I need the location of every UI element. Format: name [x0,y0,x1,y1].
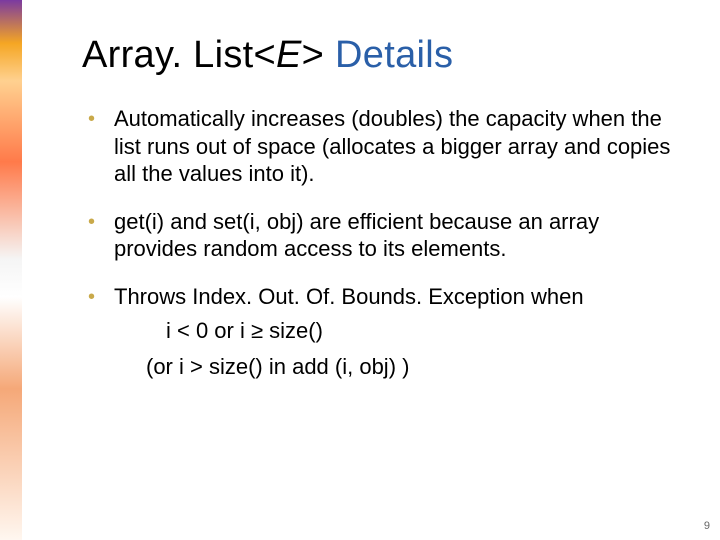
decorative-gradient-bar [0,0,22,540]
slide-content: Array. List<E> Details Automatically inc… [82,34,680,401]
bullet-text: get(i) and set(i, obj) are efficient bec… [114,209,599,262]
title-details: Details [335,34,453,76]
bullet-text: Automatically increases (doubles) the ca… [114,106,670,186]
bullet-item: Throws Index. Out. Of. Bounds. Exception… [82,283,680,382]
bullet-item: get(i) and set(i, obj) are efficient bec… [82,208,680,263]
bullet-subline: (or i > size() in add (i, obj) ) [114,352,680,382]
title-prefix: Array. List< [82,34,276,76]
slide-title: Array. List<E> Details [82,34,680,77]
title-generic-param: E [276,34,302,76]
bullet-subline: i < 0 or i ≥ size() [114,316,680,346]
bullet-list: Automatically increases (doubles) the ca… [82,105,680,381]
bullet-text: Throws Index. Out. Of. Bounds. Exception… [114,284,584,309]
title-suffix: > [302,34,335,76]
bullet-item: Automatically increases (doubles) the ca… [82,105,680,188]
page-number: 9 [704,520,710,532]
